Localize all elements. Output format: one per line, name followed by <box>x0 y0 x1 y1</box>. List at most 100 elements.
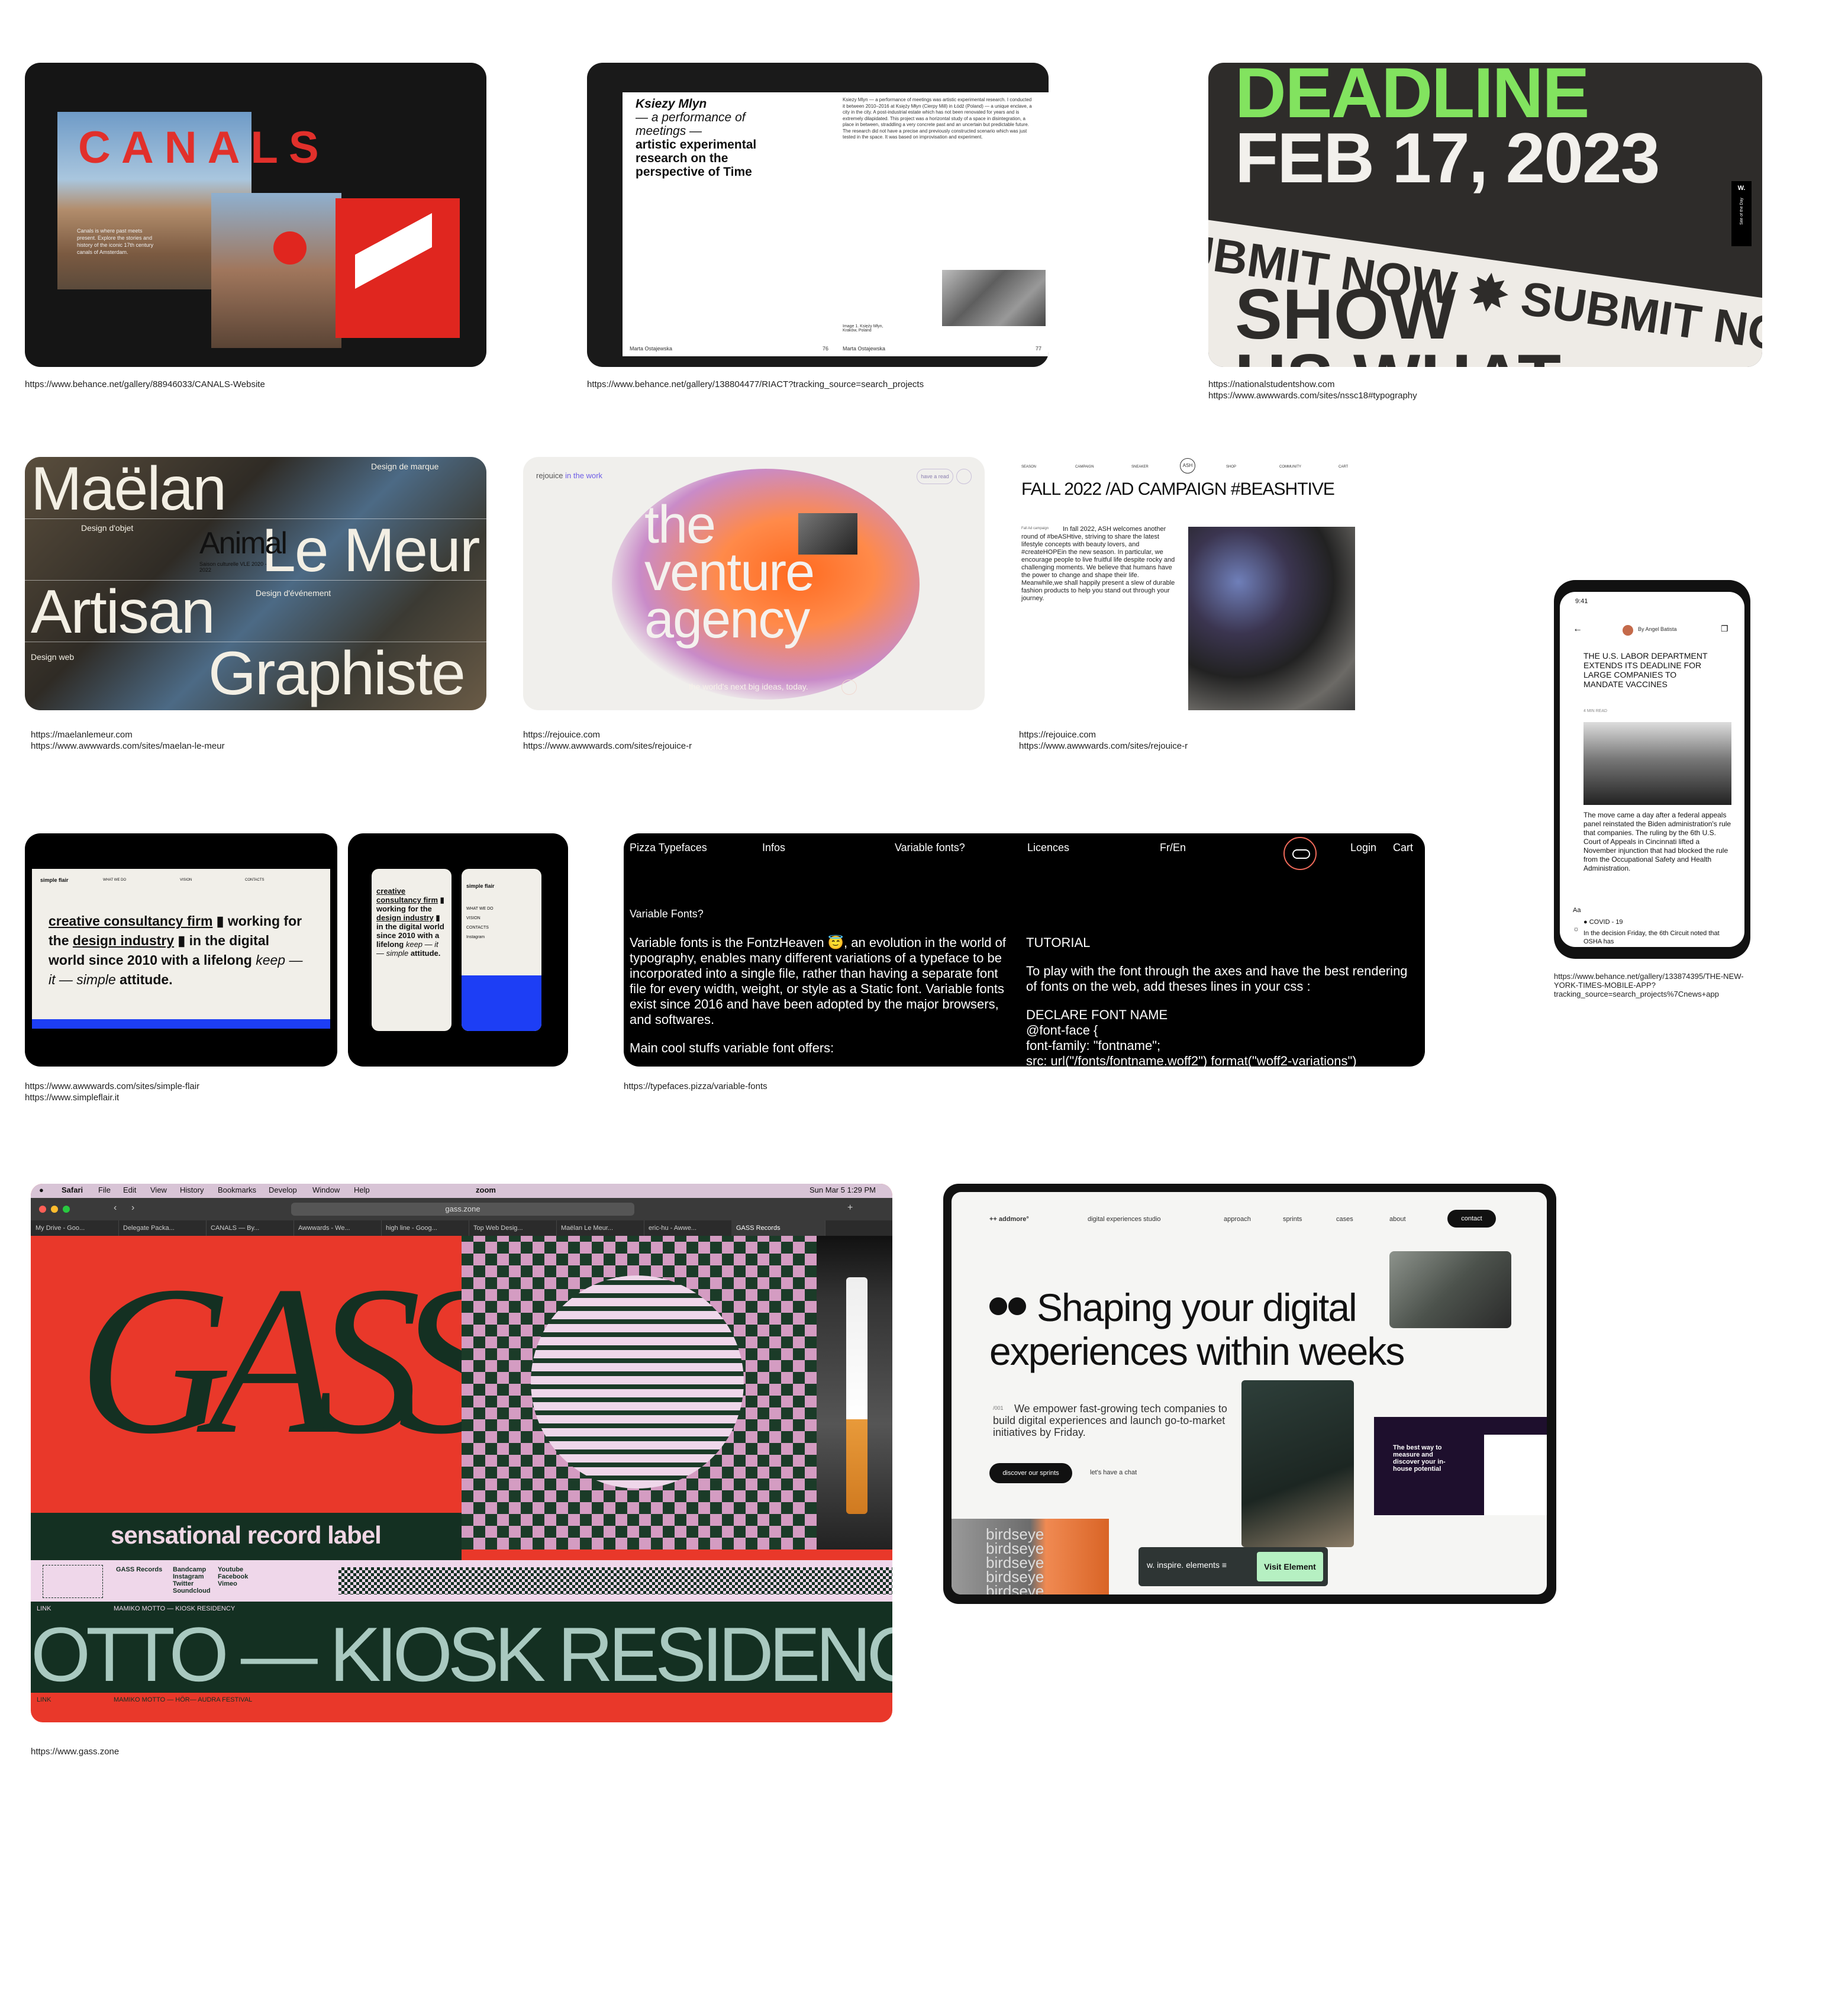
nav-what-we-do[interactable]: WHAT WE DO <box>103 878 126 882</box>
menu-view[interactable]: View <box>150 1186 167 1194</box>
bookmark-icon[interactable]: ❐ <box>1721 624 1728 634</box>
caption-link[interactable]: tracking_source=search_projects%7Cnews+a… <box>1554 990 1744 998</box>
label-design-web[interactable]: Design web <box>31 652 74 662</box>
tab-delegate[interactable]: Delegate Packa... <box>118 1220 207 1236</box>
menubar-clock[interactable]: Sun Mar 5 1:29 PM <box>809 1186 876 1194</box>
info-item[interactable]: GASS Records <box>116 1566 162 1573</box>
menu-bookmarks[interactable]: Bookmarks <box>218 1186 256 1194</box>
ash-nav-shop[interactable]: SHOP <box>1226 465 1236 469</box>
link-youtube[interactable]: Youtube <box>218 1566 248 1573</box>
menu-file[interactable]: File <box>98 1186 111 1194</box>
label-design-evenement[interactable]: Design d'événement <box>256 588 331 598</box>
nyt-mobile-app-thumbnail[interactable]: 9:41 ← By Angel Batista ❐ THE U.S. LABOR… <box>1554 580 1750 959</box>
visit-element-button[interactable]: Visit Element <box>1257 1552 1323 1581</box>
tab-canals[interactable]: CANALS — By... <box>206 1220 294 1236</box>
deadline-poster-thumbnail[interactable]: DEADLINE FEB 17, 2023 UBMIT NOW ✸ SUBMIT… <box>1208 63 1762 367</box>
caption-link[interactable]: https://www.simpleflair.it <box>25 1092 199 1103</box>
caption-link[interactable]: https://www.awwwards.com/sites/maelan-le… <box>31 740 225 752</box>
caption-link[interactable]: https://www.behance.net/gallery/88946033… <box>25 379 265 390</box>
simpleflair-logo[interactable]: simple flair <box>40 877 69 883</box>
ash-logo[interactable]: ASH <box>1180 458 1195 473</box>
simpleflair-mobile-thumbnail[interactable]: creative consultancy firm ▮ working for … <box>348 833 568 1067</box>
menu-history[interactable]: History <box>180 1186 204 1194</box>
case-study-card[interactable]: The best way to measure and discover you… <box>1374 1417 1547 1515</box>
rejouice-logo[interactable]: rejouice <box>536 471 563 480</box>
ash-nav-campaign[interactable]: CAMPAIGN <box>1075 465 1094 469</box>
nav-login[interactable]: Login <box>1350 842 1376 854</box>
lets-chat-link[interactable]: let's have a chat <box>1090 1469 1137 1476</box>
caption-link[interactable]: YORK-TIMES-MOBILE-APP? <box>1554 981 1744 990</box>
mobile-menu-item[interactable]: Instagram <box>466 933 494 942</box>
link-soundcloud[interactable]: Soundcloud <box>173 1587 211 1594</box>
mobile-headline-link[interactable]: design industry <box>376 913 434 922</box>
mobile-menu-item[interactable]: WHAT WE DO <box>466 904 494 914</box>
headline-link-consultancy[interactable]: creative consultancy firm <box>49 913 212 929</box>
discover-sprints-button[interactable]: discover our sprints <box>989 1463 1072 1483</box>
address-bar[interactable]: gass.zone <box>291 1203 634 1216</box>
caption-link[interactable]: https://www.gass.zone <box>31 1746 119 1757</box>
caption-link[interactable]: https://www.behance.net/gallery/13880447… <box>587 379 924 390</box>
addmore-logo[interactable]: ++ addmore° <box>989 1216 1029 1223</box>
ash-nav-season[interactable]: SEASON <box>1021 465 1036 469</box>
caption-link[interactable]: https://www.behance.net/gallery/13387439… <box>1554 972 1744 981</box>
tab-eric-hu[interactable]: eric-hu - Awwe... <box>644 1220 732 1236</box>
close-window-button[interactable] <box>39 1206 46 1213</box>
simpleflair-desktop-thumbnail[interactable]: simple flair WHAT WE DO VISION CONTACTS … <box>25 833 337 1067</box>
mobile-menu-item[interactable]: CONTACTS <box>466 923 494 933</box>
nav-variable-fonts[interactable]: Variable fonts? <box>895 842 965 854</box>
ksiezy-book-thumbnail[interactable]: Ksiezy Mlyn — a performance of meetings … <box>587 63 1049 367</box>
text-size-icon[interactable]: Aa <box>1573 907 1581 914</box>
caption-link[interactable]: https://nationalstudentshow.com <box>1208 379 1417 390</box>
label-design-objet[interactable]: Design d'objet <box>81 523 133 533</box>
addmore-website-thumbnail[interactable]: ++ addmore° digital experiences studio a… <box>943 1184 1556 1604</box>
tab-top-web[interactable]: Top Web Desig... <box>469 1220 557 1236</box>
menu-edit[interactable]: Edit <box>123 1186 136 1194</box>
canals-website-thumbnail[interactable]: CANALS Canals is where past meets presen… <box>25 63 486 367</box>
caption-link[interactable]: https://www.awwwards.com/sites/simple-fl… <box>25 1081 199 1092</box>
caption-link[interactable]: https://maelanlemeur.com <box>31 729 225 740</box>
ash-campaign-thumbnail[interactable]: SEASON CAMPAIGN SNEAKER ASH SHOP COMMUNI… <box>1019 457 1362 710</box>
have-a-read-button[interactable]: have a read <box>917 469 953 484</box>
nav-language[interactable]: Fr/En <box>1160 842 1186 854</box>
tab-gass-active[interactable]: GASS Records <box>731 1220 825 1236</box>
tab-awwwards[interactable]: Awwwards - We... <box>294 1220 382 1236</box>
menu-icon[interactable] <box>956 469 972 484</box>
link-twitter[interactable]: Twitter <box>173 1580 211 1587</box>
nav-cases[interactable]: cases <box>1336 1216 1353 1223</box>
nav-sprints[interactable]: sprints <box>1283 1216 1302 1223</box>
link-instagram[interactable]: Instagram <box>173 1573 211 1580</box>
nav-vision[interactable]: VISION <box>180 878 192 882</box>
caption-link[interactable]: https://rejouice.com <box>523 729 692 740</box>
back-arrow-icon[interactable]: ← <box>1573 624 1582 634</box>
pizza-typefaces-thumbnail[interactable]: Pizza Typefaces Infos Variable fonts? Li… <box>624 833 1425 1067</box>
menu-develop[interactable]: Develop <box>269 1186 297 1194</box>
covid-tag[interactable]: ● COVID - 19 <box>1583 919 1623 926</box>
ash-nav-cart[interactable]: CART <box>1339 465 1348 469</box>
nav-cart[interactable]: Cart <box>1393 842 1413 854</box>
apple-icon[interactable]: ● <box>39 1186 44 1194</box>
menu-window[interactable]: Window <box>312 1186 340 1194</box>
scroll-icon[interactable] <box>841 679 857 695</box>
tab-maelan[interactable]: Maëlan Le Meur... <box>556 1220 644 1236</box>
gass-browser-screenshot[interactable]: ● Safari File Edit View History Bookmark… <box>31 1184 892 1722</box>
menu-help[interactable]: Help <box>354 1186 370 1194</box>
ash-nav-sneaker[interactable]: SNEAKER <box>1131 465 1149 469</box>
dark-mode-toggle[interactable] <box>1283 837 1317 870</box>
nav-approach[interactable]: approach <box>1224 1216 1251 1223</box>
menu-safari[interactable]: Safari <box>62 1186 83 1194</box>
rejouice-website-thumbnail[interactable]: rejouice in the work have a read the ven… <box>523 457 985 710</box>
contact-button[interactable]: contact <box>1447 1210 1496 1228</box>
minimize-window-button[interactable] <box>51 1206 58 1213</box>
forward-icon[interactable]: › <box>131 1203 134 1213</box>
link-vimeo[interactable]: Vimeo <box>218 1580 248 1587</box>
mobile-menu-item[interactable]: VISION <box>466 914 494 923</box>
caption-link[interactable]: https://typefaces.pizza/variable-fonts <box>624 1081 767 1092</box>
nav-about[interactable]: about <box>1389 1216 1406 1223</box>
maelan-website-thumbnail[interactable]: Maëlan Le Meur Artisan Graphiste Animal … <box>25 457 486 710</box>
tab-my-drive[interactable]: My Drive - Goo... <box>31 1220 119 1236</box>
nav-pizza-typefaces[interactable]: Pizza Typefaces <box>630 842 707 854</box>
mobile-logo[interactable]: simple flair <box>466 883 495 889</box>
tab-high-line[interactable]: high line - Goog... <box>381 1220 469 1236</box>
nav-infos[interactable]: Infos <box>762 842 785 854</box>
caption-link[interactable]: https://www.awwwards.com/sites/rejouice-… <box>1019 740 1188 752</box>
